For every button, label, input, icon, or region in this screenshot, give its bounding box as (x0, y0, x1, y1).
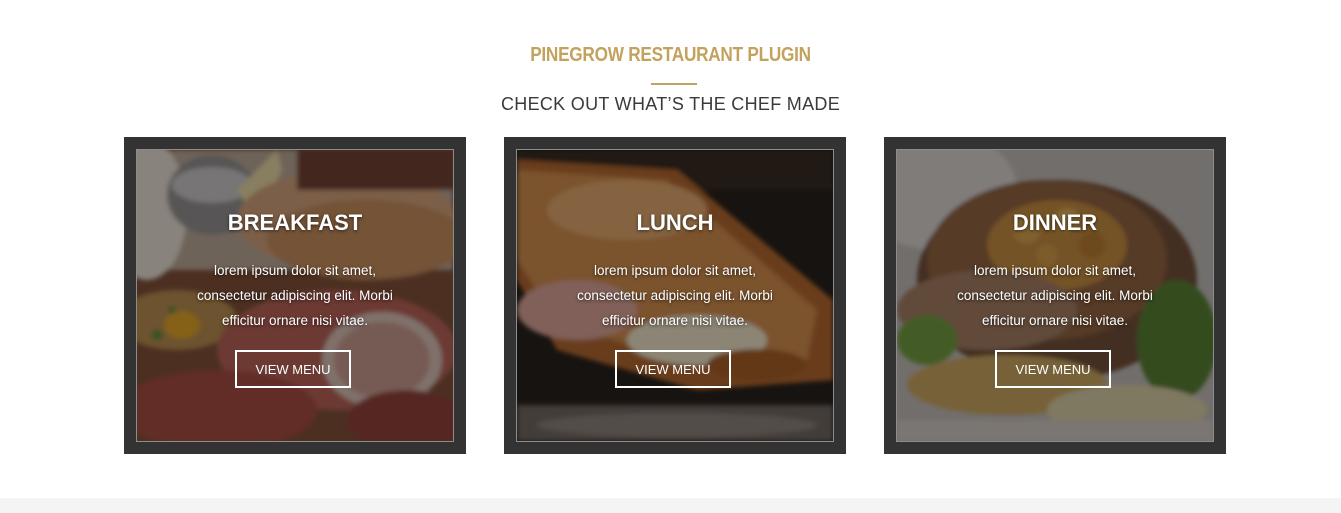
view-menu-button-lunch[interactable]: VIEW MENU (615, 350, 731, 388)
card-description: lorem ipsum dolor sit amet, consectetur … (577, 263, 773, 328)
menu-card-lunch: LUNCH lorem ipsum dolor sit amet, consec… (504, 137, 846, 454)
card-image-frame: DINNER lorem ipsum dolor sit amet, conse… (896, 149, 1214, 442)
card-title: BREAKFAST (227, 210, 363, 235)
card-description: lorem ipsum dolor sit amet, consectetur … (957, 263, 1153, 328)
title-divider (651, 83, 697, 85)
menu-section: PINEGROW RESTAURANT PLUGIN CHECK OUT WHA… (0, 0, 1341, 513)
card-image-frame: LUNCH lorem ipsum dolor sit amet, consec… (516, 149, 834, 442)
view-menu-button-dinner[interactable]: VIEW MENU (995, 350, 1111, 388)
card-description: lorem ipsum dolor sit amet, consectetur … (197, 263, 393, 328)
next-section-band (0, 498, 1341, 513)
view-menu-button-breakfast[interactable]: VIEW MENU (235, 350, 351, 388)
card-image-frame: BREAKFAST lorem ipsum dolor sit amet, co… (136, 149, 454, 442)
menu-card-breakfast: BREAKFAST lorem ipsum dolor sit amet, co… (124, 137, 466, 454)
menu-card-dinner: DINNER lorem ipsum dolor sit amet, conse… (884, 137, 1226, 454)
card-title: DINNER (1012, 210, 1098, 235)
card-title: LUNCH (636, 210, 714, 235)
section-subtitle: CHECK OUT WHAT’S THE CHEF MADE (500, 94, 841, 114)
section-eyebrow: PINEGROW RESTAURANT PLUGIN (530, 44, 811, 66)
